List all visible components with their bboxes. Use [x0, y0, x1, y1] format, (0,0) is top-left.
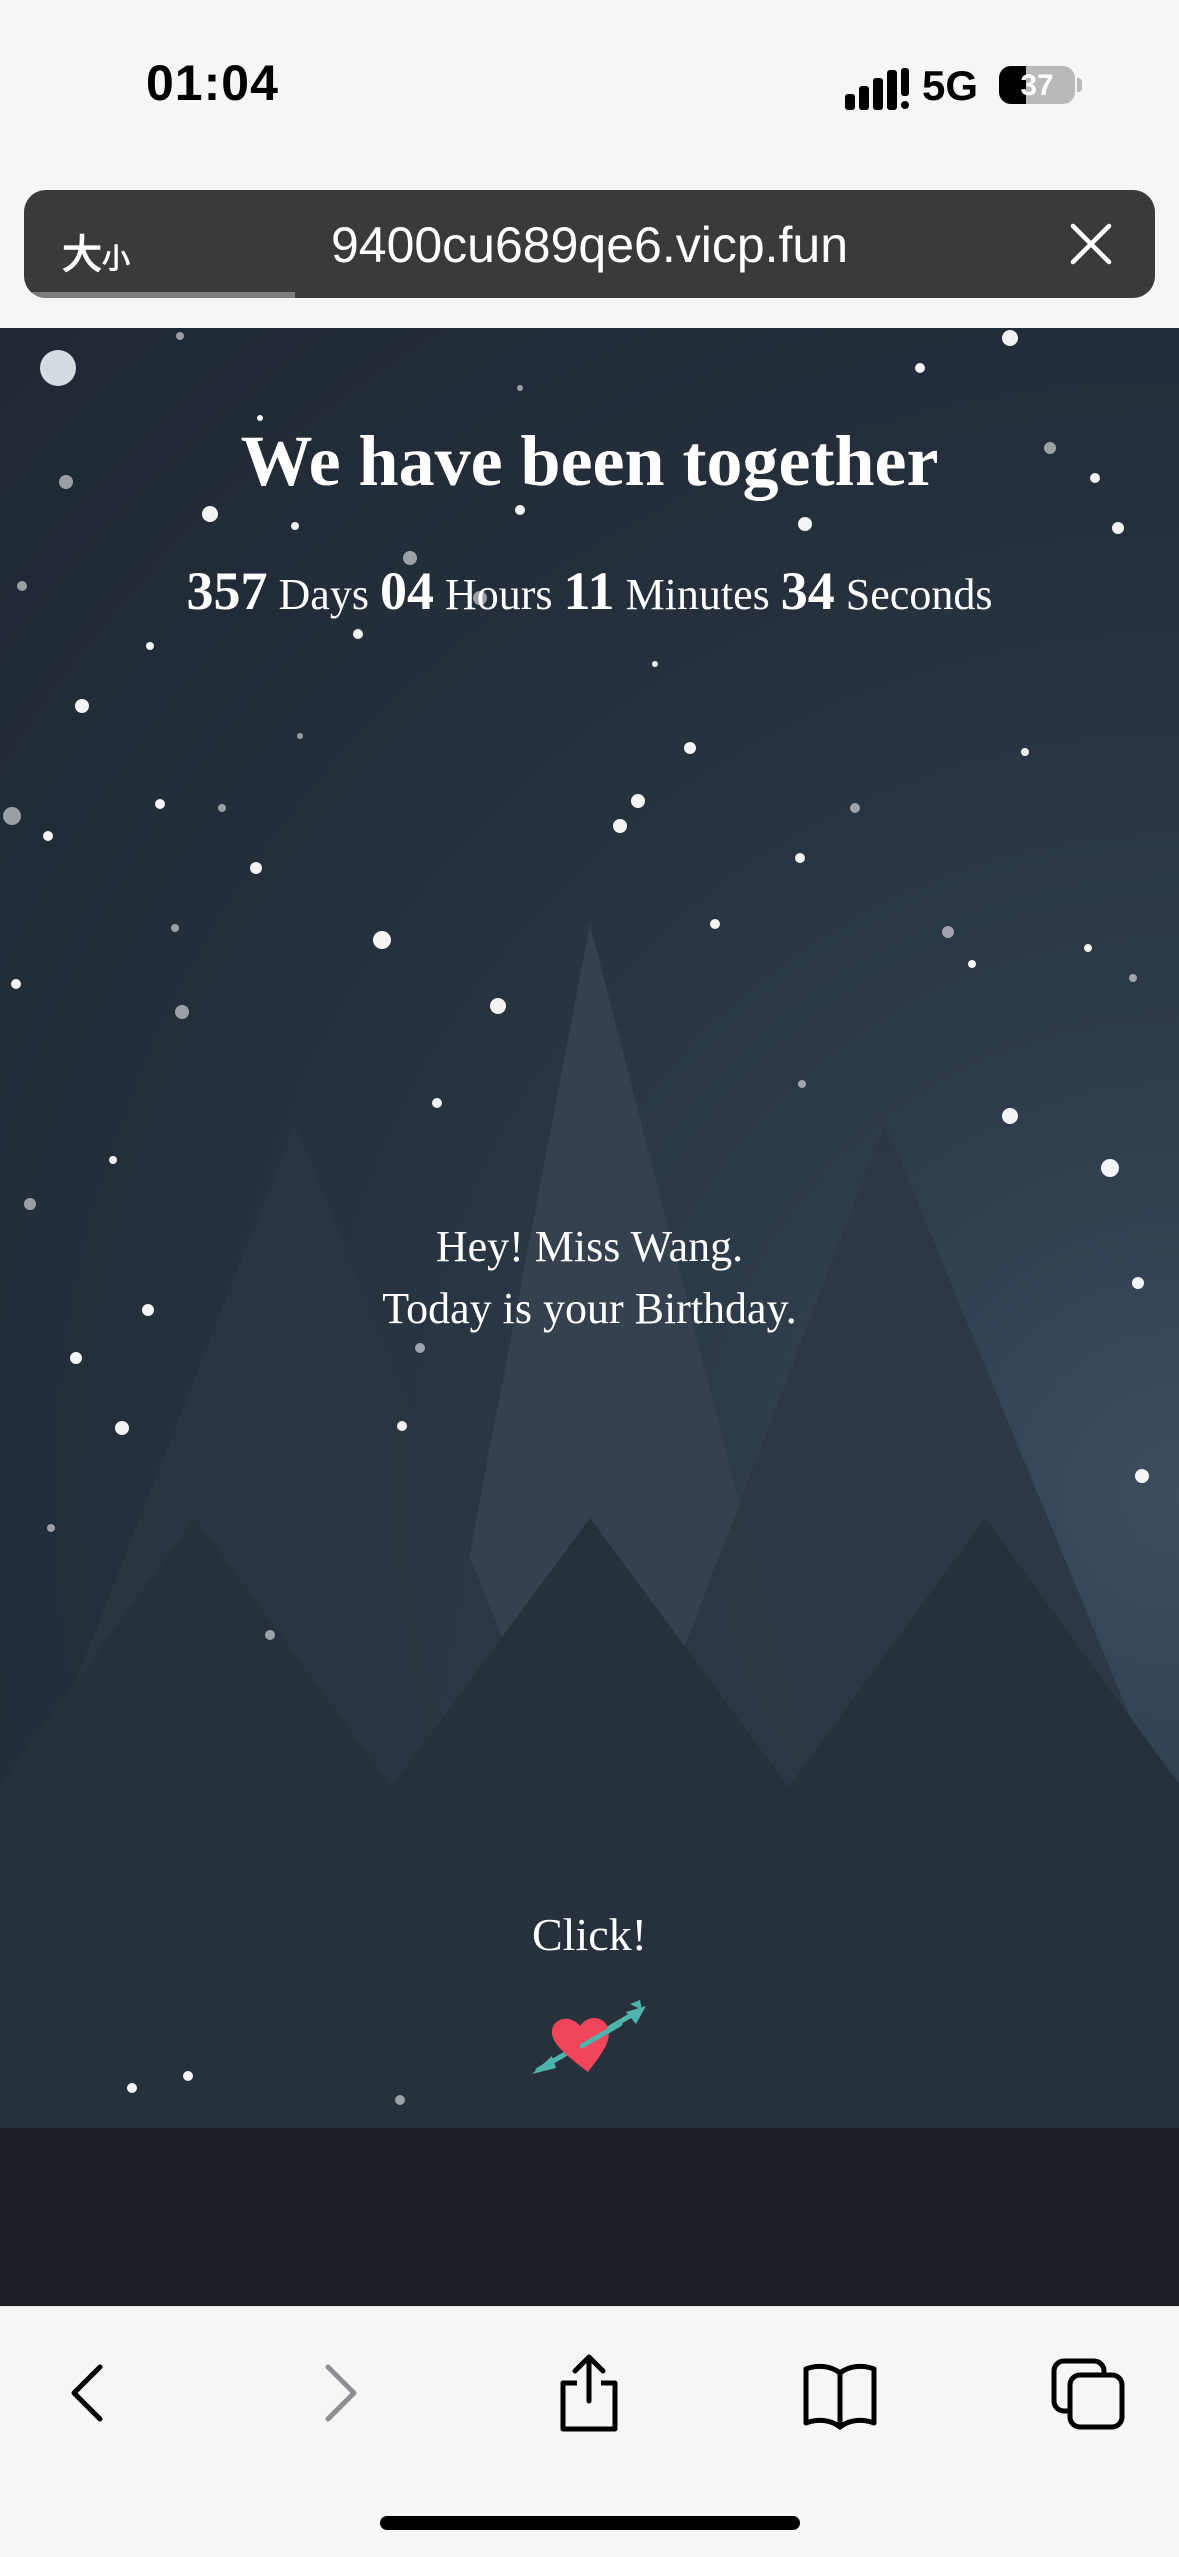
star	[1101, 1159, 1119, 1177]
star	[11, 979, 21, 989]
star	[24, 1198, 36, 1210]
seconds-value: 34	[780, 561, 835, 621]
days-value: 357	[186, 561, 268, 621]
hours-label: Hours	[444, 570, 553, 619]
star	[127, 2083, 137, 2093]
star	[1135, 1469, 1149, 1483]
click-prompt[interactable]: Click!	[0, 1908, 1179, 1961]
message-line-1: Hey! Miss Wang.	[435, 1222, 744, 1271]
star	[942, 926, 954, 938]
star	[47, 1524, 55, 1532]
book-icon[interactable]	[800, 2353, 880, 2433]
hours-value: 04	[379, 561, 434, 621]
star	[40, 350, 76, 386]
forward-icon[interactable]	[300, 2353, 380, 2433]
battery-level: 37	[1020, 69, 1054, 102]
star	[1129, 974, 1137, 982]
star	[652, 661, 658, 667]
address-bar[interactable]: 大小 9400cu689qe6.vicp.fun	[24, 190, 1155, 298]
star	[613, 819, 627, 833]
status-time: 01:04	[146, 55, 279, 111]
star	[710, 919, 720, 929]
star	[146, 642, 154, 650]
star	[109, 1156, 117, 1164]
close-icon[interactable]	[1069, 222, 1113, 266]
star	[171, 924, 179, 932]
star	[1002, 330, 1018, 346]
star	[798, 517, 812, 531]
minutes-label: Minutes	[625, 570, 770, 619]
star	[684, 742, 696, 754]
home-indicator	[380, 2516, 800, 2530]
url-text[interactable]: 9400cu689qe6.vicp.fun	[24, 216, 1155, 274]
web-page: We have been together 357 Days 04 Hours …	[0, 328, 1179, 2128]
star	[415, 1343, 425, 1353]
status-bar: 01:04 5G 37	[0, 0, 1179, 180]
star	[395, 2095, 405, 2105]
star	[202, 506, 218, 522]
star	[1084, 944, 1092, 952]
star	[297, 733, 303, 739]
message-line-2: Today is your Birthday.	[382, 1284, 797, 1333]
star	[218, 804, 226, 812]
network-type: 5G	[922, 62, 979, 109]
star	[291, 522, 299, 530]
star	[1021, 748, 1029, 756]
star	[968, 960, 976, 968]
star	[631, 794, 645, 808]
battery-icon: 37	[999, 66, 1075, 104]
star	[515, 505, 525, 515]
cellular-signal-icon	[845, 68, 909, 110]
star	[70, 1352, 82, 1364]
battery-tip	[1077, 78, 1082, 92]
minutes-value: 11	[563, 561, 615, 621]
heart-arrow-icon[interactable]	[530, 1998, 650, 2078]
star	[115, 1421, 129, 1435]
loading-progress-bar	[24, 292, 296, 298]
star	[373, 931, 391, 949]
star	[432, 1098, 442, 1108]
star	[1112, 522, 1124, 534]
star	[397, 1421, 407, 1431]
star	[75, 699, 89, 713]
star	[795, 853, 805, 863]
star	[183, 2071, 193, 2081]
star	[3, 807, 21, 825]
page-bottom-band	[0, 2128, 1179, 2306]
star	[176, 332, 184, 340]
star	[915, 363, 925, 373]
seconds-label: Seconds	[845, 570, 993, 619]
back-icon[interactable]	[48, 2353, 128, 2433]
star	[517, 385, 523, 391]
together-counter: 357 Days 04 Hours 11 Minutes 34 Seconds	[0, 560, 1179, 622]
star	[43, 831, 53, 841]
birthday-message: Hey! Miss Wang. Today is your Birthday.	[0, 1216, 1179, 1340]
star	[1002, 1108, 1018, 1124]
star	[798, 1080, 806, 1088]
star	[353, 629, 363, 639]
star	[155, 799, 165, 809]
share-icon[interactable]	[549, 2353, 629, 2433]
tabs-icon[interactable]	[1048, 2353, 1128, 2433]
star	[175, 1005, 189, 1019]
star	[850, 803, 860, 813]
star	[490, 998, 506, 1014]
star	[250, 862, 262, 874]
star	[265, 1630, 275, 1640]
days-label: Days	[278, 570, 369, 619]
page-title: We have been together	[240, 421, 939, 501]
